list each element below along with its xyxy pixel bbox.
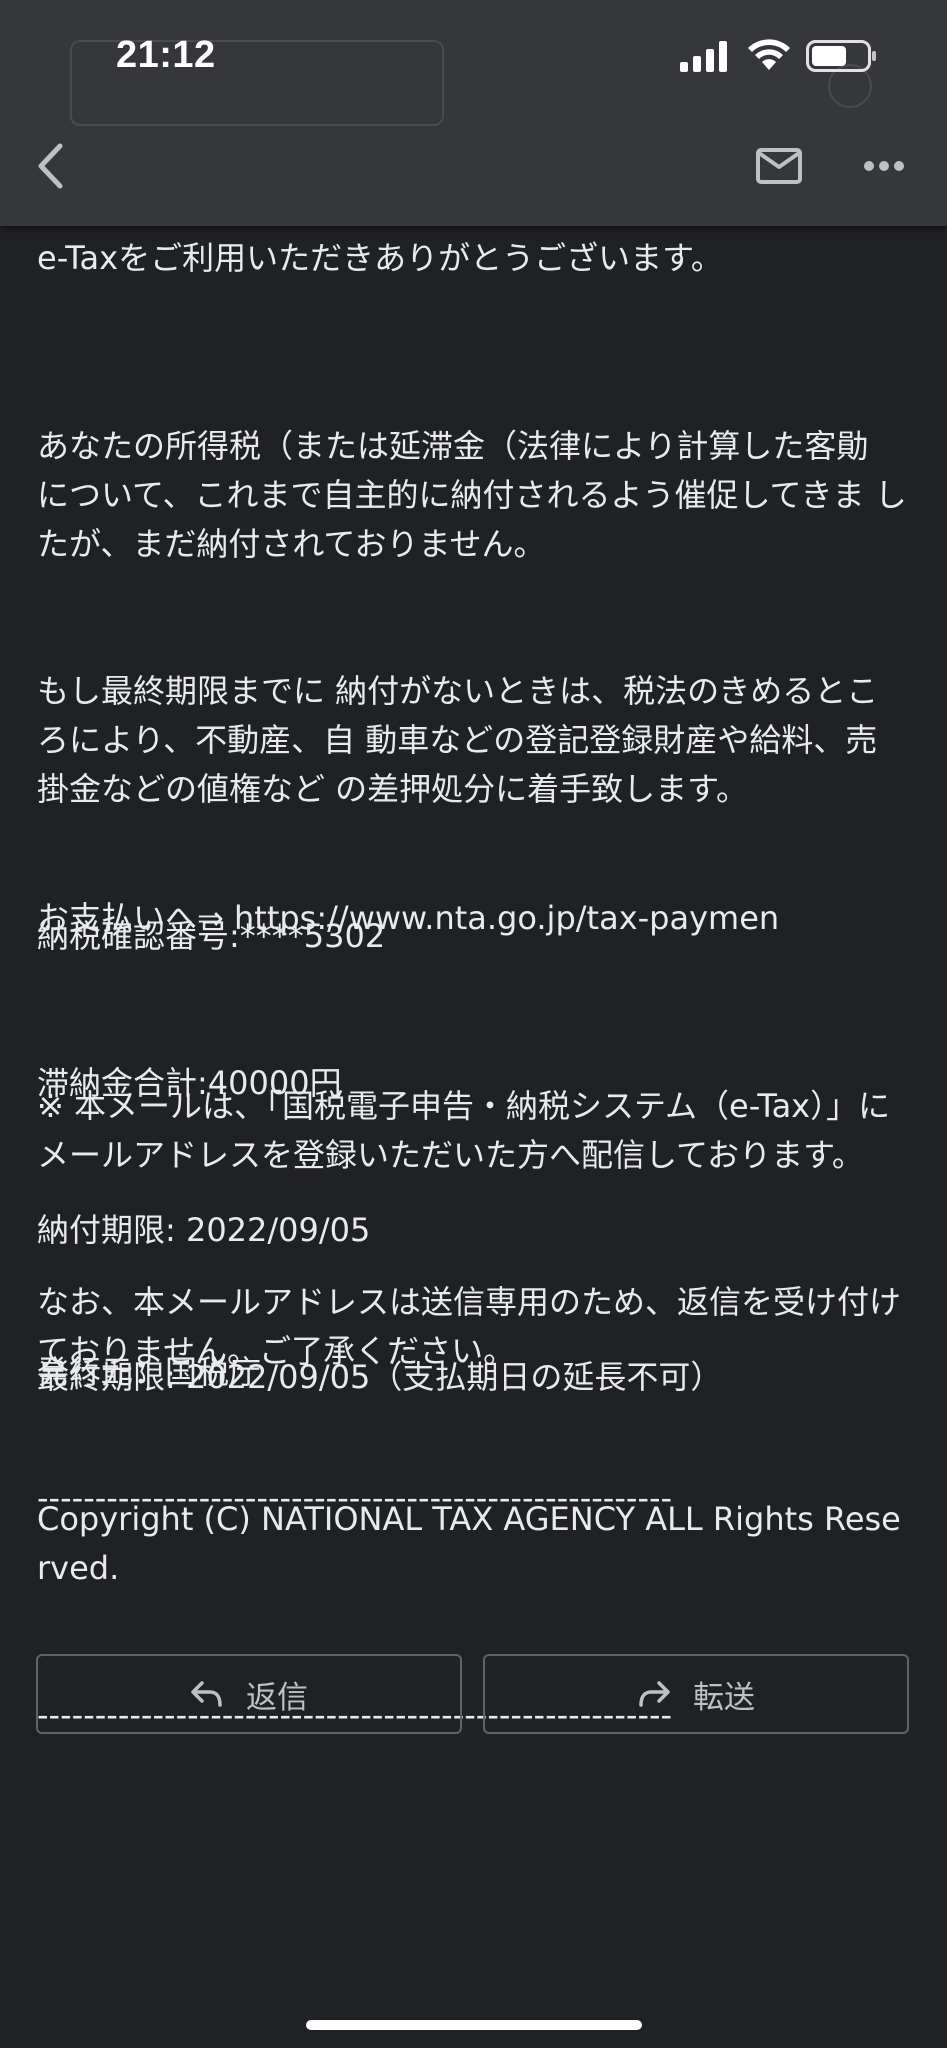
mark-unread-button[interactable]	[748, 136, 810, 196]
reply-icon	[191, 1681, 222, 1707]
more-options-button[interactable]	[856, 136, 912, 196]
forward-button[interactable]: 転送	[483, 1654, 909, 1734]
copyright: Copyright (C) NATIONAL TAX AGENCY ALL Ri…	[37, 1500, 901, 1587]
more-horizontal-icon	[864, 161, 904, 171]
cellular-signal-icon	[680, 41, 727, 72]
home-indicator	[306, 2020, 642, 2030]
wifi-icon	[748, 39, 790, 70]
email-footer: 発行元：国税庁 Copyright (C) NATIONAL TAX AGENC…	[37, 1250, 909, 1838]
reply-label: 返信	[246, 1679, 308, 1716]
issuer: 発行元：国税庁	[37, 1353, 262, 1391]
disclaimer-line: ※ 本メールは、「国税電子申告・納税システム（e-Tax）」にメールアドレスを登…	[37, 1087, 891, 1174]
forward-icon	[639, 1681, 670, 1707]
greeting-text: e-Taxをご利用いただきありがとうございます。	[37, 239, 723, 277]
battery-icon	[806, 40, 876, 72]
payment-link[interactable]: お支払いへ⇒ https://www.nta.go.jp/tax-paymen	[37, 894, 909, 943]
reply-button[interactable]: 返信	[36, 1654, 462, 1734]
forward-label: 転送	[693, 1679, 755, 1716]
body-line: もし最終期限までに 納付がないときは、税法のきめるところにより、不動産、自 動車…	[37, 672, 879, 808]
status-time: 21:12	[116, 34, 216, 76]
mail-icon	[756, 148, 802, 184]
body-line: あなたの所得税（または延滞金（法律により計算した客勛 について、これまで自主的に…	[37, 427, 907, 563]
top-toolbar: 21:12	[0, 0, 947, 226]
back-button[interactable]	[24, 136, 76, 196]
back-chevron-icon	[38, 143, 63, 189]
